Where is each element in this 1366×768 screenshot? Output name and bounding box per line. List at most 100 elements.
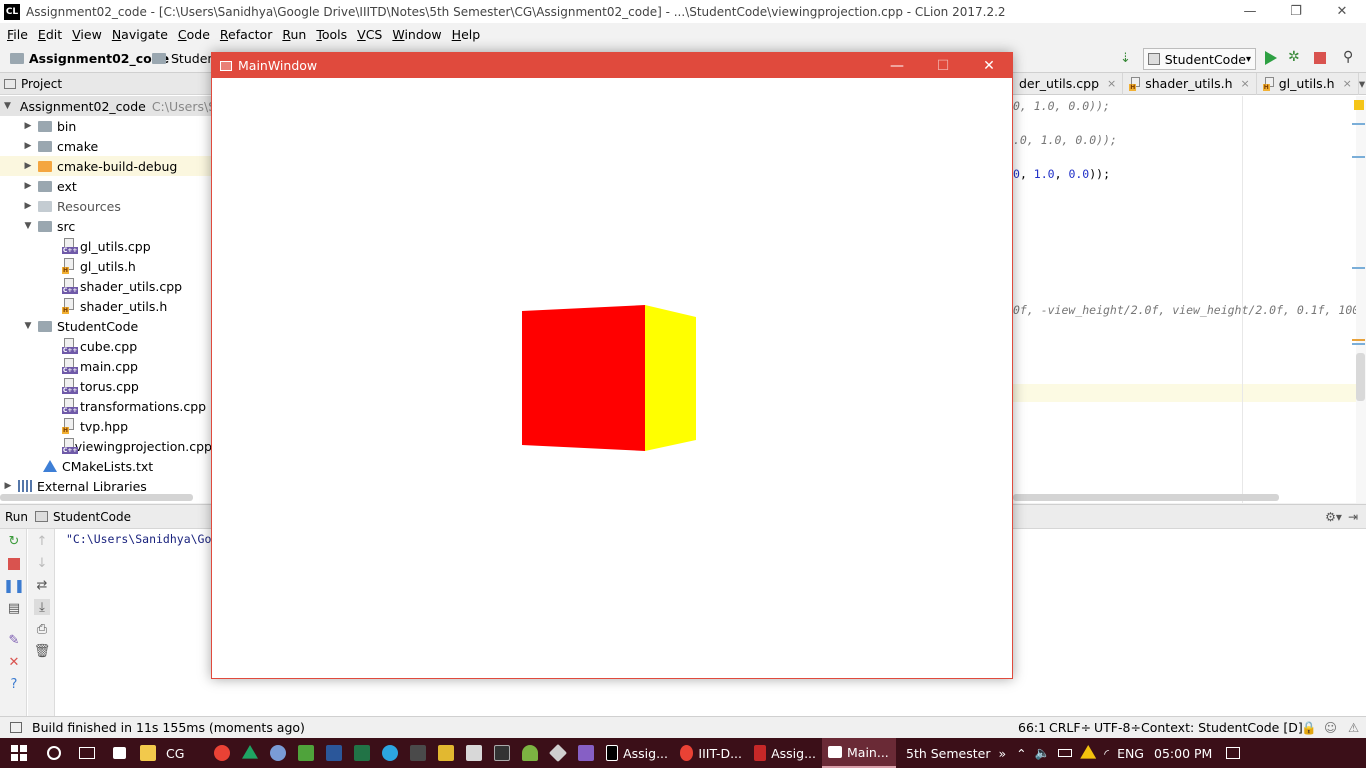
taskbar-folder-toolbar[interactable]: 5th Semester » [896,738,1012,768]
google-drive-icon[interactable] [236,738,264,768]
tray-up-icon[interactable]: ⌃ [1012,738,1030,768]
tree-item-ext[interactable]: ▶ ext [0,176,212,196]
tree-item-cube-cpp[interactable]: C++ cube.cpp [0,336,212,356]
line-separator[interactable]: CRLF÷ [1049,720,1091,735]
tab-overflow-icon[interactable]: ▾≡ [1359,76,1366,91]
scroll-to-end-icon[interactable]: ⤓ [34,599,50,615]
tree-item-cmake-build-debug[interactable]: ▶ cmake-build-debug [0,156,212,176]
tree-item-viewingprojection-cpp[interactable]: C++ viewingprojection.cpp [0,436,212,456]
tree-item-transformations-cpp[interactable]: C++ transformations.cpp [0,396,212,416]
excel-icon[interactable] [348,738,376,768]
horizontal-scrollbar[interactable] [1013,494,1279,501]
tree-item-src[interactable]: ▼ src [0,216,212,236]
arrow-down-icon[interactable]: ↓ [34,555,50,571]
tree-item-shader-utils-h[interactable]: Hshader_utils.h [0,296,212,316]
pause-icon[interactable]: ❚❚ [3,578,25,594]
taskbar-app-acrobat[interactable]: Assig... [748,738,822,768]
error-stripe-mark[interactable] [1352,267,1365,269]
hide-panel-icon[interactable]: ⇥ [1348,510,1358,524]
language-indicator[interactable]: ENG [1113,738,1148,768]
utorrent-icon[interactable] [292,738,320,768]
close-tab-icon[interactable]: × [1343,77,1352,90]
tree-item-gl-utils-h[interactable]: Hgl_utils.h [0,256,212,276]
context-selector[interactable]: Context: StudentCode [D] [1141,720,1303,735]
code-line[interactable]: 0f, -view_height/2.0f, view_height/2.0f,… [1013,303,1366,317]
search-icon[interactable]: ⚲ [1343,49,1353,65]
settings-icon[interactable]: ⚙▾ [1325,510,1342,524]
tab-gl-utils-h[interactable]: Hgl_utils.h × [1257,72,1359,95]
taskbar-app-chrome[interactable]: IIIT-D... [674,738,748,768]
run-tab[interactable]: StudentCode [53,510,131,524]
restore-button[interactable]: ❐ [1273,0,1319,23]
taskbar-app-cg[interactable]: CG [134,738,208,768]
tab-shader-utils-h[interactable]: Hshader_utils.h × [1123,72,1257,95]
menu-navigate[interactable]: Navigate [107,27,173,42]
taskbar-app-clion[interactable]: Assig... [600,738,674,768]
close-tab-icon[interactable]: × [1241,77,1250,90]
horizontal-scrollbar[interactable] [0,494,193,501]
tree-item-studentcode[interactable]: ▼ StudentCode [0,316,212,336]
file-encoding[interactable]: UTF-8÷ [1094,720,1141,735]
project-header[interactable]: Project [0,73,212,95]
stop-icon[interactable] [1314,52,1326,64]
arrow-up-icon[interactable]: ↑ [34,533,50,549]
run-icon[interactable] [1265,51,1277,65]
puzzle-app-icon[interactable] [432,738,460,768]
telegram-icon[interactable] [376,738,404,768]
menu-run[interactable]: Run [277,27,311,42]
maximize-button[interactable]: ☐ [920,53,966,78]
battery-icon[interactable] [1054,738,1076,768]
pin-icon[interactable]: ✎ [6,632,22,648]
visual-studio-icon[interactable] [572,738,600,768]
notifications-icon[interactable] [1218,738,1248,768]
word-icon[interactable] [320,738,348,768]
menu-window[interactable]: Window [387,27,446,42]
cube-app-icon[interactable] [544,738,572,768]
android-icon[interactable] [516,738,544,768]
main-window-titlebar[interactable]: MainWindow — ☐ ✕ [212,53,1012,78]
tree-item-shader-utils-cpp[interactable]: C++ shader_utils.cpp [0,276,212,296]
menu-vcs[interactable]: VCS [352,27,387,42]
error-stripe-mark[interactable] [1352,343,1365,345]
store-icon[interactable] [104,738,134,768]
tree-item-main-cpp[interactable]: C++ main.cpp [0,356,212,376]
error-stripe-mark[interactable] [1352,156,1365,158]
error-stripe-mark[interactable] [1352,339,1365,341]
restore-layout-icon[interactable]: ▤ [6,600,22,616]
error-stripe-mark[interactable] [1352,123,1365,125]
code-line[interactable]: 0, 1.0, 0.0)); [1013,167,1110,181]
event-log-icon[interactable]: ⚠ [1348,720,1359,735]
tree-root[interactable]: ▼ Assignment02_code C:\Users\S [0,96,216,116]
inspector-icon[interactable]: ☺ [1324,720,1337,735]
rerun-icon[interactable]: ↻ [6,533,22,549]
close-icon[interactable]: ✕ [6,654,22,670]
breadcrumb-studentcode[interactable]: Student [152,51,220,66]
tree-item-cmakelists[interactable]: CMakeLists.txt [0,456,212,476]
drive-tray-icon[interactable] [1076,738,1100,768]
status-message[interactable]: Build finished in 11s 155ms (moments ago… [32,720,305,735]
trash-icon[interactable]: 🗑 [34,643,51,659]
menu-view[interactable]: View [67,27,107,42]
code-line[interactable]: .0, 1.0, 0.0)); [1013,133,1117,147]
debug-icon[interactable]: ✲ [1288,49,1300,65]
menu-refactor[interactable]: Refactor [215,27,277,42]
main-window[interactable]: MainWindow — ☐ ✕ [211,52,1013,679]
taskbar-app-mainwindow[interactable]: Main... [822,738,896,768]
dog-app-icon[interactable] [460,738,488,768]
tree-item-torus-cpp[interactable]: C++ torus.cpp [0,376,212,396]
windows-start-icon[interactable] [0,738,38,768]
search-icon[interactable] [38,738,70,768]
close-button[interactable]: ✕ [1319,0,1365,23]
minimize-button[interactable]: — [1227,0,1273,23]
print-icon[interactable]: ⎙ [34,621,50,637]
status-toggle-icon[interactable] [10,722,22,733]
cursor-position[interactable]: 66:1 [1018,720,1046,735]
build-icon[interactable]: ⇣ [1120,51,1136,67]
tree-item-cmake[interactable]: ▶ cmake [0,136,212,156]
minimize-button[interactable]: — [874,53,920,78]
close-button[interactable]: ✕ [966,53,1012,78]
opengl-canvas[interactable] [212,78,1012,678]
tree-item-bin[interactable]: ▶ bin [0,116,212,136]
code-line[interactable]: 0, 1.0, 0.0)); [1013,99,1110,113]
calculator-icon[interactable] [488,738,516,768]
